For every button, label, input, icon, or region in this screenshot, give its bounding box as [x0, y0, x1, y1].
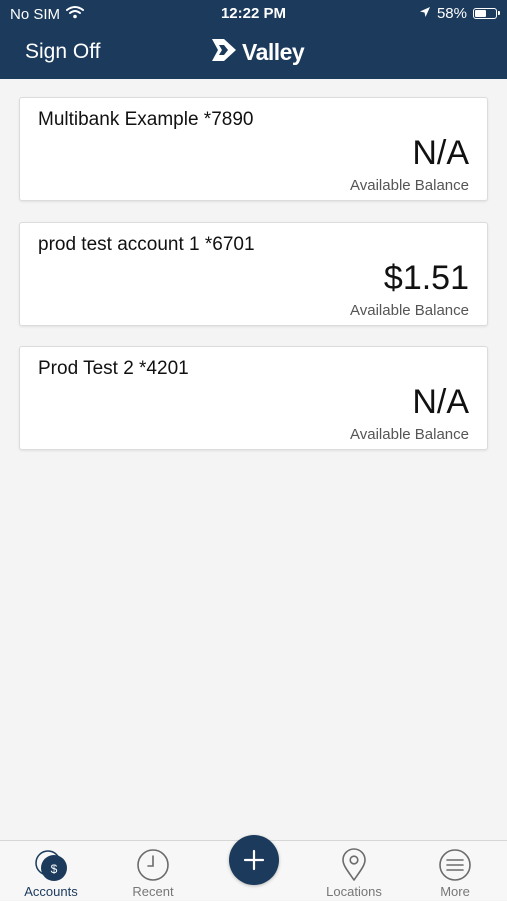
battery-percent: 58% — [436, 5, 467, 22]
battery-icon — [473, 8, 500, 19]
status-bar: No SIM 12:22 PM 58% — [0, 0, 507, 30]
add-button[interactable] — [229, 835, 279, 885]
account-name: Prod Test 2 *4201 — [38, 358, 189, 379]
status-right: 58% — [419, 5, 500, 22]
battery-level-fill — [475, 10, 486, 17]
tab-locations-label: Locations — [326, 884, 382, 899]
balance-label: Available Balance — [350, 302, 469, 319]
account-balance: N/A — [412, 134, 469, 172]
balance-label: Available Balance — [350, 426, 469, 443]
balance-label: Available Balance — [350, 177, 469, 194]
tab-more[interactable]: More — [405, 841, 505, 901]
tab-accounts-label: Accounts — [24, 884, 78, 899]
account-card[interactable]: Prod Test 2 *4201 N/A Available Balance — [19, 346, 488, 450]
account-card[interactable]: prod test account 1 *6701 $1.51 Availabl… — [19, 222, 488, 326]
accounts-dollar-glyph: $ — [51, 862, 58, 876]
tab-accounts[interactable]: $ Accounts — [1, 841, 101, 901]
valley-logo: Valley — [210, 37, 305, 68]
menu-icon — [438, 848, 472, 882]
tab-more-label: More — [440, 884, 470, 899]
logo-text: Valley — [242, 39, 305, 65]
valley-logo-mark-icon — [210, 37, 238, 68]
account-card[interactable]: Multibank Example *7890 N/A Available Ba… — [19, 97, 488, 201]
clock-icon — [136, 848, 170, 882]
accounts-coins-icon: $ — [34, 848, 68, 882]
sign-off-button[interactable]: Sign Off — [25, 40, 101, 64]
tab-recent[interactable]: Recent — [103, 841, 203, 901]
account-name: prod test account 1 *6701 — [38, 234, 255, 255]
account-balance: $1.51 — [383, 259, 469, 297]
location-arrow-icon — [419, 5, 431, 22]
app-header: No SIM 12:22 PM 58% Sign Off Valley — [0, 0, 507, 79]
tab-recent-label: Recent — [132, 884, 174, 899]
account-balance: N/A — [412, 383, 469, 421]
location-pin-icon — [337, 848, 371, 882]
tab-locations[interactable]: Locations — [304, 841, 404, 901]
account-name: Multibank Example *7890 — [38, 109, 254, 130]
